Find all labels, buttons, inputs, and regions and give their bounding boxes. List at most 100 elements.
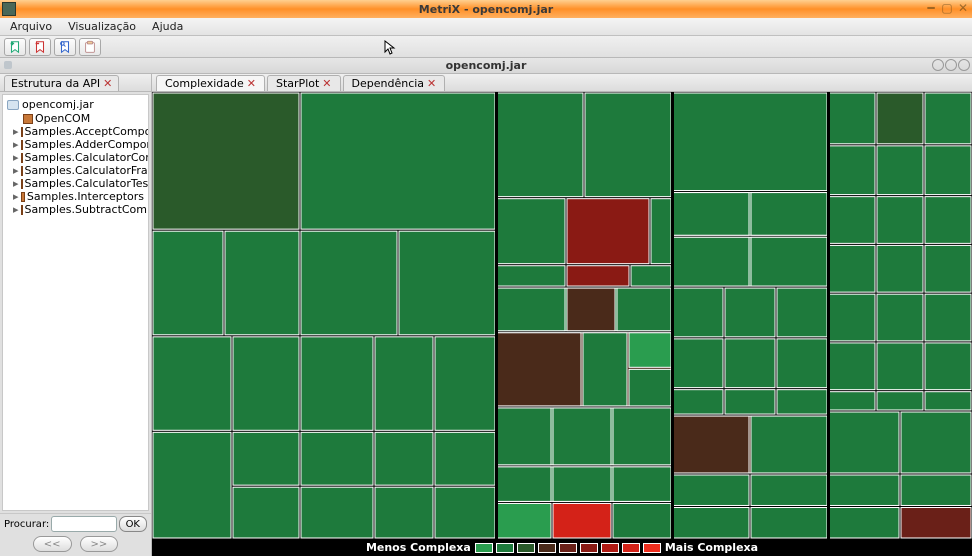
treemap-cell[interactable] — [751, 475, 827, 505]
tab-complexidade[interactable]: Complexidade✕ — [156, 75, 265, 91]
treemap-cell[interactable] — [925, 392, 971, 410]
treemap-cell[interactable] — [829, 343, 875, 390]
treemap-cell[interactable] — [435, 487, 495, 538]
treemap-cell[interactable] — [673, 237, 749, 286]
treemap-cell[interactable] — [673, 390, 723, 414]
treemap-cell[interactable] — [153, 337, 231, 430]
treemap-cell[interactable] — [567, 199, 649, 264]
window-minimize[interactable]: ━ — [924, 1, 938, 15]
sidebar-tab-estrutura[interactable]: Estrutura da API ✕ — [4, 75, 119, 91]
treemap-cell[interactable] — [725, 288, 775, 337]
treemap-cell[interactable] — [153, 432, 231, 538]
treemap-cell[interactable] — [301, 231, 397, 335]
tree-item[interactable]: ▸Samples.AcceptComponent — [5, 125, 146, 138]
menu-arquivo[interactable]: Arquivo — [4, 19, 58, 34]
close-icon[interactable]: ✕ — [322, 77, 331, 90]
treemap-cell[interactable] — [375, 432, 433, 485]
treemap-cell[interactable] — [435, 337, 495, 430]
toolbar-clipboard-button[interactable] — [79, 38, 101, 56]
treemap-cell[interactable] — [829, 475, 899, 505]
treemap-cell[interactable] — [629, 369, 671, 406]
treemap-cell[interactable] — [673, 508, 749, 538]
tree-item[interactable]: ▸Samples.AdderComponent — [5, 138, 146, 151]
treemap-cell[interactable] — [399, 231, 495, 335]
treemap-cell[interactable] — [233, 337, 299, 430]
expand-arrow-icon[interactable]: ▸ — [13, 125, 19, 138]
tab-starplot[interactable]: StarPlot✕ — [267, 75, 341, 91]
treemap-cell[interactable] — [901, 475, 971, 505]
treemap-cell[interactable] — [553, 467, 611, 502]
treemap-cell[interactable] — [877, 146, 923, 195]
treemap-cell[interactable] — [673, 193, 749, 236]
treemap-cell[interactable] — [829, 245, 875, 292]
treemap-cell[interactable] — [375, 337, 433, 430]
treemap-cell[interactable] — [497, 408, 551, 465]
treemap-cell[interactable] — [877, 392, 923, 410]
treemap-cell[interactable] — [301, 337, 373, 430]
window-close[interactable]: ✕ — [956, 1, 970, 15]
treemap-cell[interactable] — [925, 197, 971, 244]
menu-ajuda[interactable]: Ajuda — [146, 19, 189, 34]
prev-button[interactable]: << — [33, 536, 72, 552]
treemap-cell[interactable] — [725, 390, 775, 414]
treemap-cell[interactable] — [673, 475, 749, 505]
treemap-cell[interactable] — [925, 343, 971, 390]
treemap-cell[interactable] — [829, 93, 875, 144]
next-button[interactable]: >> — [80, 536, 119, 552]
treemap-cell[interactable] — [829, 197, 875, 244]
treemap-cell[interactable] — [925, 93, 971, 144]
treemap-cell[interactable] — [613, 408, 671, 465]
expand-arrow-icon[interactable]: ▸ — [13, 151, 19, 164]
treemap-cell[interactable] — [153, 93, 299, 229]
menu-visualizacao[interactable]: Visualização — [62, 19, 142, 34]
toolbar-remove-button[interactable] — [29, 38, 51, 56]
treemap-cell[interactable] — [375, 487, 433, 538]
treemap-cell[interactable] — [925, 294, 971, 341]
treemap-cell[interactable] — [497, 503, 551, 538]
window-maximize[interactable]: ▢ — [940, 1, 954, 15]
treemap-cell[interactable] — [751, 237, 827, 286]
treemap-cell[interactable] — [613, 503, 671, 538]
internal-minimize[interactable] — [932, 59, 944, 71]
treemap-cell[interactable] — [301, 93, 495, 229]
treemap-cell[interactable] — [553, 503, 611, 538]
tree-item[interactable]: ▸Samples.Interceptors — [5, 190, 146, 203]
expand-arrow-icon[interactable]: ▸ — [13, 138, 19, 151]
treemap-cell[interactable] — [673, 339, 723, 388]
treemap-cell[interactable] — [651, 199, 671, 264]
treemap-cell[interactable] — [673, 93, 827, 191]
treemap-cell[interactable] — [925, 146, 971, 195]
treemap-cell[interactable] — [225, 231, 299, 335]
treemap-cell[interactable] — [751, 193, 827, 236]
treemap-cell[interactable] — [567, 288, 615, 331]
treemap-cell[interactable] — [435, 432, 495, 485]
treemap-cell[interactable] — [617, 288, 671, 331]
treemap-cell[interactable] — [585, 93, 671, 197]
treemap-cell[interactable] — [567, 266, 629, 286]
treemap-cell[interactable] — [901, 412, 971, 473]
treemap-cell[interactable] — [829, 392, 875, 410]
expand-arrow-icon[interactable]: ▸ — [13, 177, 19, 190]
treemap-cell[interactable] — [497, 288, 565, 331]
tree-item[interactable]: ▸Samples.CalculatorTest — [5, 177, 146, 190]
treemap-cell[interactable] — [725, 339, 775, 388]
close-icon[interactable]: ✕ — [427, 77, 436, 90]
internal-close[interactable] — [958, 59, 970, 71]
treemap-cell[interactable] — [497, 266, 565, 286]
treemap-cell[interactable] — [613, 467, 671, 502]
treemap-cell[interactable] — [877, 245, 923, 292]
treemap-cell[interactable] — [751, 508, 827, 538]
treemap-cell[interactable] — [673, 416, 749, 473]
treemap-cell[interactable] — [233, 432, 299, 485]
tree-item[interactable]: ▸Samples.SubtractComponent — [5, 203, 146, 216]
treemap-cell[interactable] — [153, 231, 223, 335]
close-icon[interactable]: ✕ — [247, 77, 256, 90]
treemap-cell[interactable] — [877, 93, 923, 144]
treemap-cell[interactable] — [553, 408, 611, 465]
internal-maximize[interactable] — [945, 59, 957, 71]
toolbar-add-button[interactable] — [4, 38, 26, 56]
tree-item[interactable]: ▸Samples.CalculatorFramework — [5, 164, 146, 177]
expand-arrow-icon[interactable]: ▸ — [13, 203, 19, 216]
treemap-cell[interactable] — [631, 266, 671, 286]
treemap-cell[interactable] — [877, 294, 923, 341]
